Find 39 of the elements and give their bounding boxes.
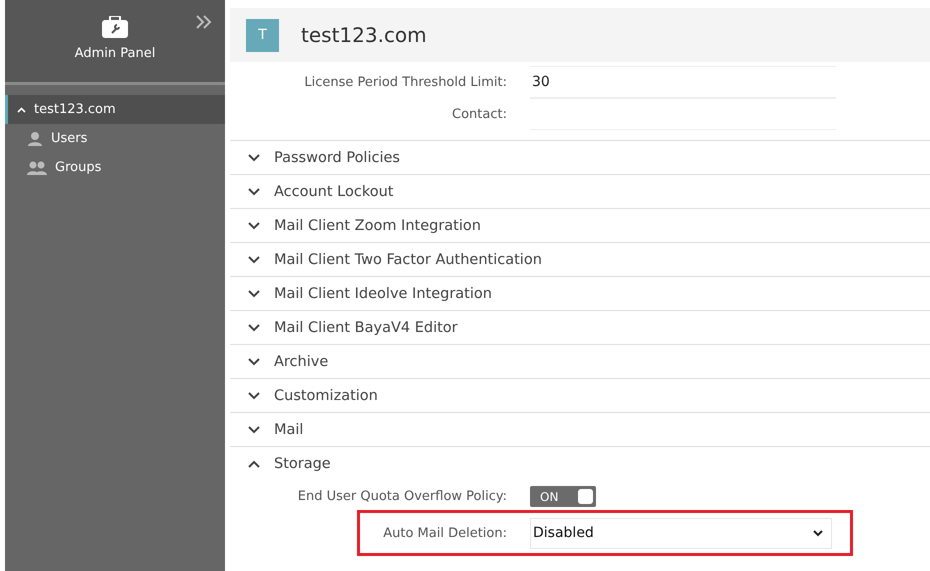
section-header[interactable]: Mail Client BayaV4 Editor xyxy=(230,310,930,344)
section-header[interactable]: Archive xyxy=(230,344,930,378)
section-header[interactable]: Mail Client Ideolve Integration xyxy=(230,276,930,310)
domain-title: test123.com xyxy=(301,23,427,47)
expand-chevron-icon xyxy=(248,358,260,366)
toolbox-icon xyxy=(101,16,129,38)
section-header[interactable]: Password Policies xyxy=(230,140,930,174)
expand-chevron-icon xyxy=(248,256,260,264)
section-header[interactable]: Storage xyxy=(230,446,930,480)
expand-chevron-icon xyxy=(248,324,260,332)
collapse-caret-icon xyxy=(17,106,26,112)
section-header[interactable]: Customization xyxy=(230,378,930,412)
expand-chevron-icon xyxy=(248,290,260,298)
section-header[interactable]: Account Lockout xyxy=(230,174,930,208)
group-icon xyxy=(27,160,47,175)
tree-item[interactable]: Users xyxy=(51,131,88,146)
dropdown-chevron-icon xyxy=(813,530,823,536)
domain-avatar: T xyxy=(246,18,279,52)
section-header[interactable]: Mail Client Zoom Integration xyxy=(230,208,930,242)
user-icon xyxy=(27,131,43,146)
setting-label: End User Quota Overflow Policy: xyxy=(296,489,507,504)
section-header[interactable]: Mail xyxy=(230,412,930,446)
tree-item[interactable]: test123.com xyxy=(5,95,225,124)
setting-label: Auto Mail Deletion: xyxy=(382,526,507,540)
expand-chevron-icon xyxy=(248,188,260,196)
input-field[interactable]: 30 xyxy=(530,66,836,98)
field-label: License Period Threshold Limit: xyxy=(303,74,507,90)
collapse-chevron-icon xyxy=(248,460,260,468)
dropdown-select[interactable]: Disabled xyxy=(530,518,832,548)
expand-chevron-icon xyxy=(248,154,260,162)
expand-sidebar-icon[interactable] xyxy=(195,14,213,30)
tree-item[interactable]: Groups xyxy=(55,160,102,175)
toggle-switch[interactable]: ON xyxy=(530,486,596,507)
panel-title: Admin Panel xyxy=(74,46,156,61)
expand-chevron-icon xyxy=(248,222,260,230)
expand-chevron-icon xyxy=(248,392,260,400)
section-header[interactable]: Mail Client Two Factor Authentication xyxy=(230,242,930,276)
expand-chevron-icon xyxy=(248,426,260,434)
field-label: Contact: xyxy=(451,106,507,122)
